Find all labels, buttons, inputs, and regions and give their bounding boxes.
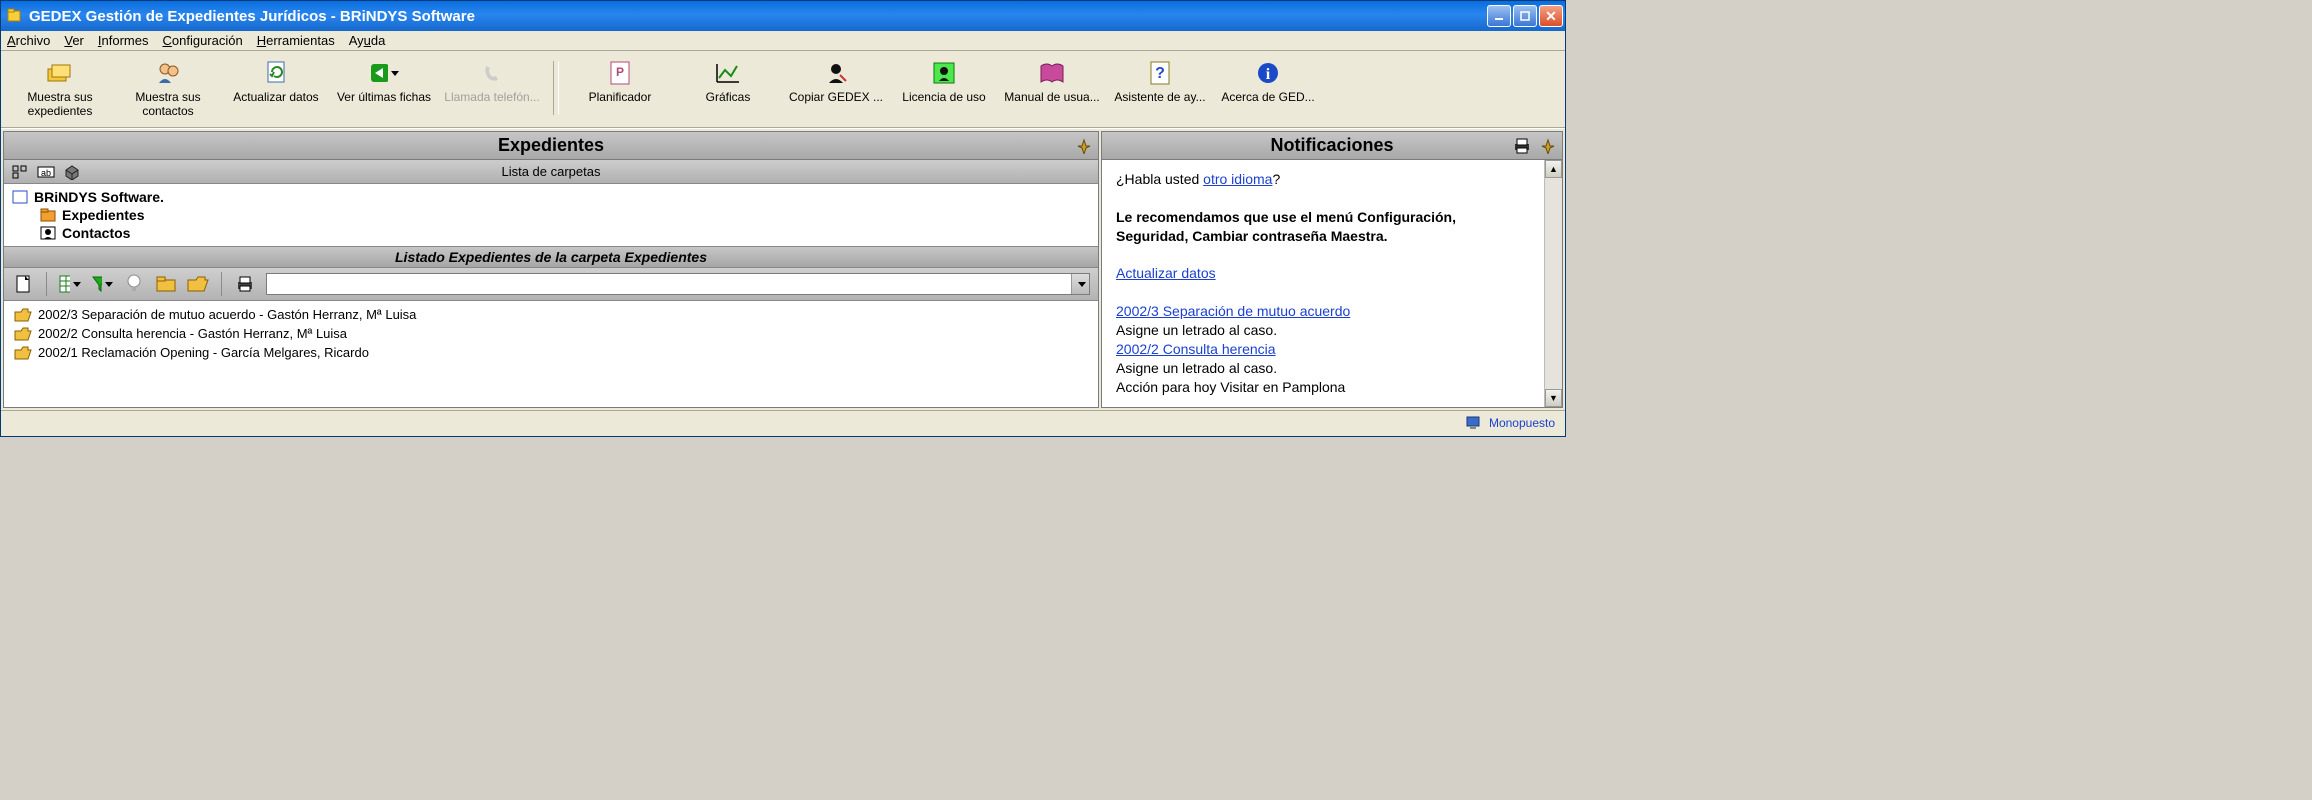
tree-contactos[interactable]: Contactos (12, 224, 1090, 242)
expedientes-header: Expedientes (4, 132, 1098, 160)
case-link-2[interactable]: 2002/2 Consulta herencia (1116, 341, 1276, 357)
copy-person-icon (821, 58, 851, 88)
tree-root[interactable]: BRiNDYS Software. (12, 188, 1090, 206)
bulb-icon[interactable] (123, 273, 145, 295)
otro-idioma-link[interactable]: otro idioma (1203, 171, 1272, 187)
print-notif-icon[interactable] (1512, 136, 1532, 156)
actualizar-datos-link[interactable]: Actualizar datos (1116, 265, 1216, 281)
tree-expedientes[interactable]: Expedientes (12, 206, 1090, 224)
notificaciones-panel: Notificaciones ¿Habla usted otro idioma?… (1101, 131, 1563, 408)
assign-note-1: Asigne un letrado al caso. (1116, 321, 1530, 340)
help-wizard-icon: ? (1145, 58, 1175, 88)
case-link-1[interactable]: 2002/3 Separación de mutuo acuerdo (1116, 303, 1350, 319)
statusbar: Monopuesto (1, 410, 1565, 436)
notificaciones-header: Notificaciones (1102, 132, 1562, 160)
folder-stack-icon (45, 58, 75, 88)
scroll-up-button[interactable]: ▲ (1545, 160, 1562, 178)
listing-toolbar (4, 268, 1098, 301)
folder-open-icon[interactable] (187, 273, 209, 295)
contacts-icon (153, 58, 183, 88)
print-icon[interactable] (234, 273, 256, 295)
book-icon (1037, 58, 1067, 88)
window-title: GEDEX Gestión de Expedientes Jurídicos -… (29, 8, 1487, 25)
back-arrow-icon (369, 58, 399, 88)
app-window: GEDEX Gestión de Expedientes Jurídicos -… (0, 0, 1566, 437)
svg-text:i: i (1266, 66, 1271, 83)
menu-archivo[interactable]: Archivo (7, 33, 50, 48)
toolbar-llamada-telefonica: Llamada telefón... (439, 55, 545, 121)
toolbar-asistente[interactable]: ? Asistente de ay... (1107, 55, 1213, 121)
security-recommendation: Le recomendamos que use el menú Configur… (1116, 208, 1530, 246)
toolbar-actualizar-datos[interactable]: Actualizar datos (223, 55, 329, 121)
license-icon (929, 58, 959, 88)
new-doc-icon[interactable] (12, 273, 34, 295)
toolbar-manual[interactable]: Manual de usua... (999, 55, 1105, 121)
menu-ver[interactable]: Ver (64, 33, 84, 48)
pin-notif-icon[interactable] (1538, 136, 1558, 156)
toolbar-planificador[interactable]: P Planificador (567, 55, 673, 121)
minimize-button[interactable] (1487, 5, 1511, 27)
toolbar-acerca[interactable]: i Acerca de GED... (1215, 55, 1321, 121)
root-folder-icon (12, 189, 28, 205)
menu-herramientas[interactable]: Herramientas (257, 33, 335, 48)
today-action: Acción para hoy Visitar en Pamplona (1116, 378, 1530, 397)
scroll-down-button[interactable]: ▼ (1545, 389, 1562, 407)
maximize-button[interactable] (1513, 5, 1537, 27)
close-button[interactable]: ✕ (1539, 5, 1563, 27)
menubar: Archivo Ver Informes Configuración Herra… (1, 31, 1565, 51)
case-folder-icon (14, 327, 32, 341)
titlebar: GEDEX Gestión de Expedientes Jurídicos -… (1, 1, 1565, 31)
language-question: ¿Habla usted otro idioma? (1116, 170, 1530, 189)
notificaciones-content: ¿Habla usted otro idioma? Le recomendamo… (1102, 160, 1544, 407)
toolbar-muestra-expedientes[interactable]: Muestra sus expedientes (7, 55, 113, 121)
list-item[interactable]: 2002/3 Separación de mutuo acuerdo - Gas… (14, 305, 1088, 324)
status-mode: Monopuesto (1489, 416, 1555, 430)
menu-informes[interactable]: Informes (98, 33, 149, 48)
case-folder-icon (14, 308, 32, 322)
info-icon: i (1253, 58, 1283, 88)
menu-ayuda[interactable]: Ayuda (349, 33, 386, 48)
toolbar-copiar-gedex[interactable]: Copiar GEDEX ... (783, 55, 889, 121)
phone-icon (477, 58, 507, 88)
refresh-doc-icon (261, 58, 291, 88)
folder-closed-icon[interactable] (155, 273, 177, 295)
svg-text:P: P (616, 65, 624, 79)
svg-text:?: ? (1155, 65, 1165, 82)
toolbar: Muestra sus expedientes Muestra sus cont… (1, 51, 1565, 128)
filter-icon[interactable] (91, 273, 113, 295)
list-item[interactable]: 2002/2 Consulta herencia - Gastón Herran… (14, 324, 1088, 343)
toolbar-licencia[interactable]: Licencia de uso (891, 55, 997, 121)
toolbar-muestra-contactos[interactable]: Muestra sus contactos (115, 55, 221, 121)
folder-icon (40, 207, 56, 223)
assign-note-2: Asigne un letrado al caso. (1116, 359, 1530, 378)
search-combo[interactable] (266, 273, 1090, 295)
expedientes-listing: 2002/3 Separación de mutuo acuerdo - Gas… (4, 301, 1098, 366)
chart-icon (713, 58, 743, 88)
notif-scrollbar[interactable]: ▲ ▼ (1544, 160, 1562, 407)
app-icon (5, 7, 23, 25)
folder-list-subheader: ab Lista de carpetas (4, 160, 1098, 184)
search-input[interactable] (267, 277, 1071, 292)
list-item[interactable]: 2002/1 Reclamación Opening - García Melg… (14, 343, 1088, 362)
listing-title-bar: Listado Expedientes de la carpeta Expedi… (4, 246, 1098, 268)
search-dropdown-button[interactable] (1071, 274, 1089, 294)
case-folder-icon (14, 346, 32, 360)
folder-tree: BRiNDYS Software. Expedientes Contactos (4, 184, 1098, 246)
menu-configuracion[interactable]: Configuración (162, 33, 242, 48)
expedientes-panel: Expedientes ab Lista de carpetas BRiNDYS… (3, 131, 1099, 408)
view-grid-icon[interactable] (59, 273, 81, 295)
pin-icon[interactable] (1074, 136, 1094, 156)
monopuesto-icon (1465, 415, 1483, 431)
contacts-folder-icon (40, 225, 56, 241)
toolbar-ver-ultimas-fichas[interactable]: Ver últimas fichas (331, 55, 437, 121)
planner-icon: P (605, 58, 635, 88)
toolbar-graficas[interactable]: Gráficas (675, 55, 781, 121)
content-area: Expedientes ab Lista de carpetas BRiNDYS… (1, 128, 1565, 410)
